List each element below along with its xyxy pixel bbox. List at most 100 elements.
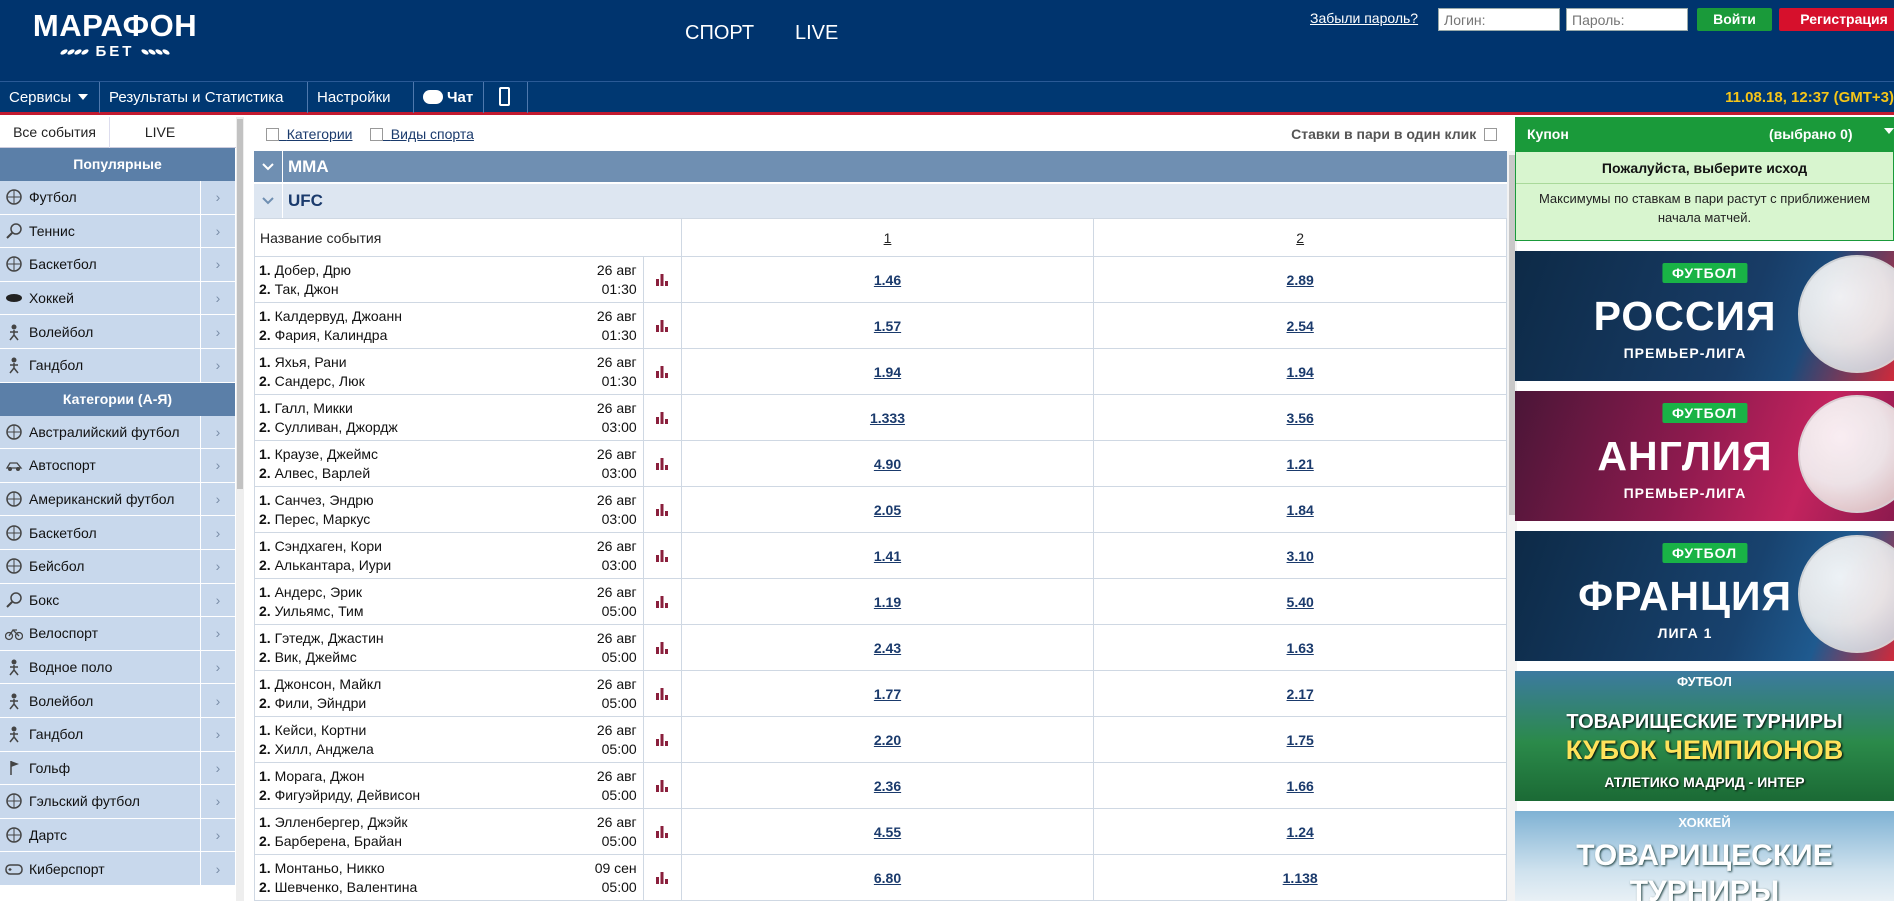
chevron-right-icon[interactable]: › [201, 181, 235, 214]
table-row[interactable]: 1. Краузе, Джеймс 2. Алвес, Варлей 26 авг 0… [254, 440, 1507, 487]
statistics-icon[interactable] [642, 395, 681, 440]
odd-cell-1[interactable]: 1.77 [680, 670, 1095, 717]
odd-cell-1[interactable]: 4.55 [680, 808, 1095, 855]
chevron-right-icon[interactable]: › [201, 684, 235, 717]
odd-2[interactable]: 2.17 [1287, 686, 1314, 702]
event-name-cell[interactable]: 1. Морага, Джон 2. Фигуэйриду, Дейвисон 26… [254, 762, 682, 809]
event-name-cell[interactable]: 1. Джонсон, Майкл 2. Фили, Эйндри 26 авг 05… [254, 670, 682, 717]
sidebar-item[interactable]: Велоспорт › [0, 617, 235, 651]
sidebar-item[interactable]: Дартс › [0, 818, 235, 853]
odd-cell-1[interactable]: 4.90 [680, 440, 1095, 487]
sidebar-item-link[interactable]: Гольф [0, 751, 201, 785]
table-row[interactable]: 1. Андерс, Эрик 2. Уильямс, Тим 26 авг 05:0… [254, 578, 1507, 625]
odd-2[interactable]: 3.56 [1287, 410, 1314, 426]
odd-cell-2[interactable]: 2.54 [1093, 302, 1507, 349]
odd-2[interactable]: 1.94 [1287, 364, 1314, 380]
chevron-right-icon[interactable]: › [201, 650, 235, 684]
menu-results[interactable]: Результаты и Статистика [100, 82, 308, 131]
statistics-icon[interactable] [642, 487, 681, 532]
chevron-down-icon[interactable] [1884, 128, 1894, 134]
odd-cell-2[interactable]: 1.84 [1093, 486, 1507, 533]
table-row[interactable]: 1. Гэтедж, Джастин 2. Вик, Джеймс 26 авг 05… [254, 624, 1507, 671]
table-row[interactable]: 1. Морага, Джон 2. Фигуэйриду, Дейвисон 26… [254, 762, 1507, 809]
table-row[interactable]: 1. Галл, Микки 2. Сулливан, Джордж 26 авг 0… [254, 394, 1507, 441]
table-row[interactable]: 1. Монтаньо, Никко 2. Шевченко, Валентина… [254, 854, 1507, 901]
sidebar-item[interactable]: Киберспорт › [0, 852, 235, 886]
event-name-cell[interactable]: 1. Монтаньо, Никко 2. Шевченко, Валентина… [254, 854, 682, 901]
sidebar-item-link[interactable]: Футбол [0, 181, 201, 214]
odd-1[interactable]: 1.333 [870, 410, 905, 426]
password-input[interactable] [1566, 8, 1688, 31]
statistics-icon[interactable] [642, 303, 681, 348]
odd-cell-2[interactable]: 1.63 [1093, 624, 1507, 671]
chevron-right-icon[interactable]: › [201, 415, 235, 449]
menu-chat[interactable]: Чат [414, 82, 484, 113]
tab-live[interactable]: LIVE [110, 117, 210, 148]
table-row[interactable]: 1. Кейси, Кортни 2. Хилл, Анджела 26 авг 05… [254, 716, 1507, 763]
chevron-right-icon[interactable]: › [201, 852, 235, 885]
statistics-icon[interactable] [642, 533, 681, 578]
sidebar-scrollbar[interactable] [236, 117, 244, 901]
league-header[interactable]: UFC [254, 184, 1507, 218]
banner-champions-cup[interactable]: ФУТБОЛ ТОВАРИЩЕСКИЕ ТУРНИРЫ КУБОК ЧЕМПИО… [1515, 671, 1894, 801]
chevron-right-icon[interactable]: › [201, 348, 235, 382]
odd-2[interactable]: 1.63 [1287, 640, 1314, 656]
banner-france[interactable]: ФУТБОЛ ФРАНЦИЯ ЛИГА 1 [1515, 531, 1894, 661]
odd-1[interactable]: 2.43 [874, 640, 901, 656]
sidebar-item[interactable]: Баскетбол › [0, 516, 235, 550]
menu-mobile[interactable] [484, 82, 528, 113]
event-name-cell[interactable]: 1. Галл, Микки 2. Сулливан, Джордж 26 авг 0… [254, 394, 682, 441]
sidebar-item[interactable]: Волейбол › [0, 684, 235, 718]
sidebar-item-link[interactable]: Бокс [0, 583, 201, 617]
chevron-right-icon[interactable]: › [201, 717, 235, 751]
register-button[interactable]: Регистрация [1779, 8, 1894, 31]
coupon-header[interactable]: Купон (выбрано 0) [1515, 117, 1894, 151]
checkbox[interactable] [266, 128, 279, 141]
col-outcome-2[interactable]: 2 [1093, 218, 1507, 257]
odd-cell-2[interactable]: 1.75 [1093, 716, 1507, 763]
statistics-icon[interactable] [642, 257, 681, 302]
odd-2[interactable]: 2.54 [1287, 318, 1314, 334]
sidebar-item-link[interactable]: Австралийский футбол [0, 415, 201, 449]
chevron-right-icon[interactable]: › [201, 583, 235, 617]
banner-hockey[interactable]: ХОККЕЙ ТОВАРИЩЕСКИЕ ТУРНИРЫ [1515, 811, 1894, 901]
tab-all-events[interactable]: Все события [0, 117, 110, 148]
chevron-right-icon[interactable]: › [201, 248, 235, 281]
odd-cell-1[interactable]: 1.19 [680, 578, 1095, 625]
scrollbar-thumb[interactable] [237, 119, 243, 489]
chevron-right-icon[interactable]: › [201, 549, 235, 583]
odd-1[interactable]: 1.46 [874, 272, 901, 288]
chevron-right-icon[interactable]: › [201, 818, 235, 852]
odd-1[interactable]: 4.55 [874, 824, 901, 840]
odd-cell-1[interactable]: 1.46 [680, 256, 1095, 303]
menu-settings[interactable]: Настройки [308, 82, 414, 131]
odd-2[interactable]: 1.66 [1287, 778, 1314, 794]
odd-cell-1[interactable]: 1.41 [680, 532, 1095, 579]
table-row[interactable]: 1. Сэндхаген, Кори 2. Алькантара, Иури 26 … [254, 532, 1507, 579]
odd-cell-2[interactable]: 1.21 [1093, 440, 1507, 487]
sidebar-item[interactable]: Австралийский футбол › [0, 415, 235, 450]
nav-sport[interactable]: СПОРТ [685, 22, 754, 45]
marathonbet-logo[interactable]: МАРАФОН БЕТ [24, 10, 206, 64]
table-row[interactable]: 1. Яхья, Рани 2. Сандерс, Люк 26 авг 01:30 1… [254, 348, 1507, 395]
odd-cell-2[interactable]: 3.10 [1093, 532, 1507, 579]
banner-russia[interactable]: ФУТБОЛ РОССИЯ ПРЕМЬЕР-ЛИГА [1515, 251, 1894, 381]
statistics-icon[interactable] [642, 809, 681, 854]
odd-2[interactable]: 1.138 [1283, 870, 1318, 886]
statistics-icon[interactable] [642, 855, 681, 900]
chevron-right-icon[interactable]: › [201, 751, 235, 785]
odd-2[interactable]: 1.75 [1287, 732, 1314, 748]
odd-cell-1[interactable]: 2.36 [680, 762, 1095, 809]
statistics-icon[interactable] [642, 441, 681, 486]
event-name-cell[interactable]: 1. Сэндхаген, Кори 2. Алькантара, Иури 26 … [254, 532, 682, 579]
sidebar-item[interactable]: Гэльский футбол › [0, 785, 235, 819]
odd-1[interactable]: 1.41 [874, 548, 901, 564]
event-name-cell[interactable]: 1. Кейси, Кортни 2. Хилл, Анджела 26 авг 05… [254, 716, 682, 763]
odd-1[interactable]: 1.77 [874, 686, 901, 702]
sidebar-item-link[interactable]: Киберспорт [0, 852, 201, 885]
event-name-cell[interactable]: 1. Гэтедж, Джастин 2. Вик, Джеймс 26 авг 05… [254, 624, 682, 671]
sidebar-item-link[interactable]: Автоспорт [0, 449, 201, 482]
odd-1[interactable]: 6.80 [874, 870, 901, 886]
sidebar-item[interactable]: Футбол › [0, 181, 235, 215]
sidebar-item[interactable]: Гандбол › [0, 717, 235, 752]
